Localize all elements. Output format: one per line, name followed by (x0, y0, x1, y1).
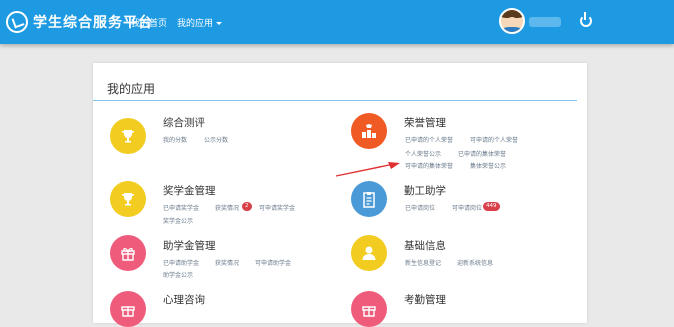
link-group-honor-public[interactable]: 集体荣誉公示 (470, 161, 506, 170)
link-public-score[interactable]: 公示分数 (204, 135, 228, 144)
app-xinli-icon[interactable] (110, 291, 146, 327)
link-available-group-honor[interactable]: 可申请的集体荣誉 (405, 161, 453, 170)
link-applied-grant[interactable]: 已申请助学金 (163, 258, 199, 267)
chevron-down-icon (216, 22, 223, 25)
app-zhuxue-icon[interactable] (110, 235, 146, 271)
gift-icon (362, 306, 376, 317)
username-redacted[interactable] (529, 17, 561, 27)
app-jiangxue-icon[interactable] (110, 181, 146, 217)
podium-icon (362, 124, 376, 138)
clipboard-icon (363, 192, 375, 208)
my-apps-panel: 我的应用 综合测评 我的分数 公示分数 荣誉管理 已申请的个人荣誉 可申请的个人… (93, 63, 587, 327)
nav-apps-dropdown[interactable]: 我的应用 (177, 16, 223, 29)
top-header: 学生综合服务平台 我的首页 我的应用 (0, 0, 674, 44)
gift-icon (121, 248, 135, 261)
nav-home-link[interactable]: 我的首页 (131, 16, 167, 29)
app-zhuxue-title[interactable]: 助学金管理 (163, 238, 216, 253)
link-available-grant[interactable]: 可申请助学金 (255, 258, 291, 267)
app-xinli-title[interactable]: 心理咨询 (163, 292, 205, 307)
app-qingong-title[interactable]: 勤工助学 (404, 183, 446, 198)
app-zonghe-icon[interactable] (110, 118, 146, 154)
link-available-post[interactable]: 可申请岗位 (452, 203, 482, 212)
link-applied-group-honor[interactable]: 已申请的集体荣誉 (458, 149, 506, 158)
link-applied-personal-honor[interactable]: 已申请的个人荣誉 (405, 135, 453, 144)
trophy-icon (122, 193, 134, 206)
logout-power-icon[interactable] (580, 12, 592, 27)
link-grant-public[interactable]: 助学金公示 (163, 270, 193, 279)
link-welcome-system[interactable]: 迎新系统信息 (457, 258, 493, 267)
app-rongyu-icon[interactable] (351, 113, 387, 149)
app-qingong-icon[interactable] (351, 181, 387, 217)
app-rongyu-title[interactable]: 荣誉管理 (404, 115, 446, 130)
award-count-badge: 2 (242, 202, 252, 211)
app-zonghe-title[interactable]: 综合测评 (163, 115, 205, 130)
link-applied-scholarship[interactable]: 已申请奖学金 (163, 203, 199, 212)
link-grant-award-status[interactable]: 获奖情况 (215, 258, 239, 267)
title-divider (93, 100, 577, 101)
link-available-personal-honor[interactable]: 可申请的个人荣誉 (470, 135, 518, 144)
gift-icon (121, 306, 135, 317)
link-freshman-register[interactable]: 新生信息登记 (405, 258, 441, 267)
app-kaoqin-icon[interactable] (351, 291, 387, 327)
link-applied-post[interactable]: 已申请岗位 (405, 203, 435, 212)
link-personal-honor-public[interactable]: 个人荣誉公示 (405, 149, 441, 158)
trophy-icon (122, 130, 134, 143)
link-my-score[interactable]: 我的分数 (163, 135, 187, 144)
post-count-badge: 449 (483, 202, 500, 211)
app-jiangxue-title[interactable]: 奖学金管理 (163, 183, 216, 198)
logo-icon (6, 11, 28, 33)
app-jichu-icon[interactable] (351, 235, 387, 271)
app-kaoqin-title[interactable]: 考勤管理 (404, 292, 446, 307)
user-avatar[interactable] (499, 8, 525, 34)
link-scholarship-public[interactable]: 奖学金公示 (163, 216, 193, 225)
annotation-arrow (335, 162, 400, 177)
panel-title: 我的应用 (107, 82, 156, 96)
link-available-scholarship[interactable]: 可申请奖学金 (259, 203, 295, 212)
app-jichu-title[interactable]: 基础信息 (404, 238, 446, 253)
link-award-status[interactable]: 获奖情况 (215, 203, 239, 212)
user-icon (362, 246, 376, 260)
nav-apps-label: 我的应用 (177, 19, 214, 29)
